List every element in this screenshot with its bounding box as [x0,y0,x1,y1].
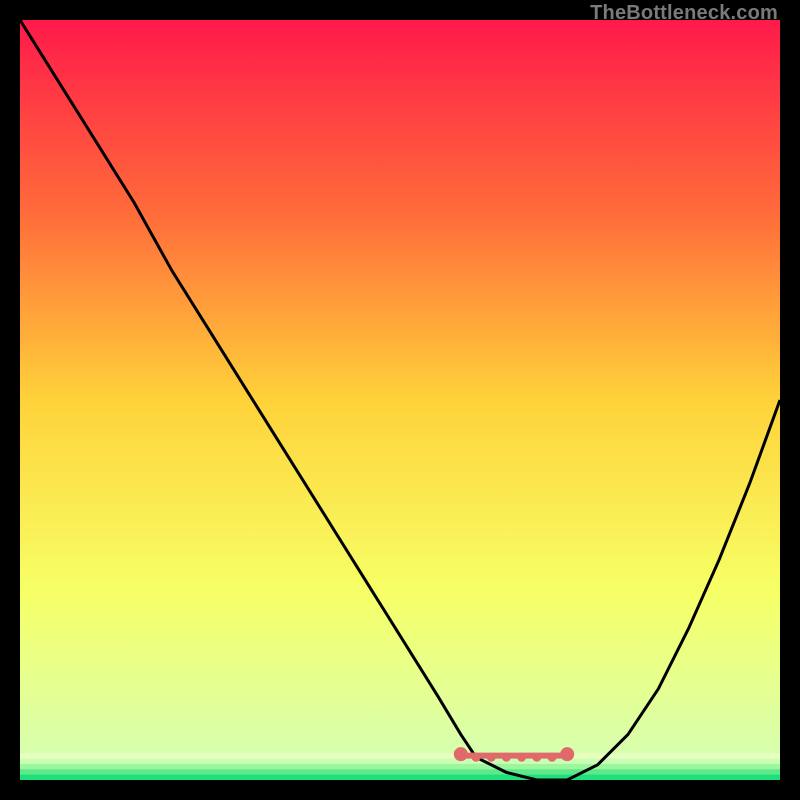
plot-area [20,20,780,780]
chart-canvas [20,20,780,780]
heatmap-background [20,20,780,780]
chart-frame: TheBottleneck.com [0,0,800,800]
bottom-bands [20,753,780,780]
attribution-text: TheBottleneck.com [590,2,778,25]
